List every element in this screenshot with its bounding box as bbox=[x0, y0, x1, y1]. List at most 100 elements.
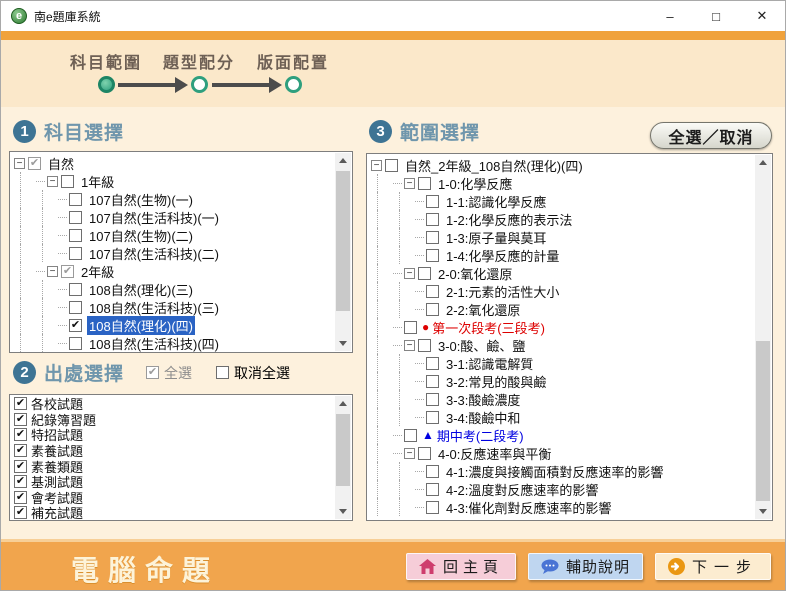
checkbox[interactable] bbox=[426, 357, 439, 370]
tree-label[interactable]: 2-0:氧化還原 bbox=[436, 264, 514, 283]
checkbox[interactable] bbox=[69, 193, 82, 206]
tree-node[interactable]: 3-1:認識電解質 bbox=[368, 354, 772, 372]
tree-node[interactable]: 3-2:常見的酸與鹼 bbox=[368, 372, 772, 390]
tree-node[interactable]: 3-4:酸鹼中和 bbox=[368, 408, 772, 426]
tree-node[interactable]: 107自然(生活科技)(二) bbox=[11, 244, 352, 262]
collapse-icon[interactable]: − bbox=[371, 160, 382, 171]
minimize-button[interactable]: – bbox=[647, 1, 693, 31]
checkbox[interactable] bbox=[69, 337, 82, 350]
tree-label[interactable]: 107自然(生活科技)(一) bbox=[87, 208, 221, 227]
deselect-all-checkbox[interactable]: 取消全選 bbox=[216, 363, 290, 383]
checkbox[interactable] bbox=[418, 447, 431, 460]
tree-label[interactable]: 108自然(理化)(三) bbox=[87, 280, 195, 299]
tree-node[interactable]: ●第一次段考(三段考) bbox=[368, 318, 772, 336]
source-list-scrollbar[interactable] bbox=[335, 396, 351, 519]
tree-label[interactable]: 3-0:酸、鹼、鹽 bbox=[436, 336, 527, 355]
collapse-icon[interactable]: − bbox=[404, 448, 415, 459]
checkbox[interactable] bbox=[418, 339, 431, 352]
tree-node[interactable]: −1-0:化學反應 bbox=[368, 174, 772, 192]
tree-node[interactable]: 4-1:濃度與接觸面積對反應速率的影響 bbox=[368, 462, 772, 480]
scroll-down-button[interactable] bbox=[335, 504, 351, 519]
checkbox[interactable] bbox=[426, 465, 439, 478]
tree-node[interactable]: 3-3:酸鹼濃度 bbox=[368, 390, 772, 408]
checkbox[interactable] bbox=[69, 211, 82, 224]
tree-label[interactable]: 4-2:溫度對反應速率的影響 bbox=[444, 480, 600, 499]
collapse-icon[interactable]: − bbox=[404, 178, 415, 189]
tree-label[interactable]: 4-0:反應速率與平衡 bbox=[436, 444, 553, 463]
scroll-up-button[interactable] bbox=[335, 396, 351, 411]
tree-node[interactable]: 1-4:化學反應的計量 bbox=[368, 246, 772, 264]
checkbox[interactable] bbox=[426, 483, 439, 496]
close-button[interactable]: ✕ bbox=[739, 1, 785, 31]
tree-node[interactable]: 1-2:化學反應的表示法 bbox=[368, 210, 772, 228]
checkbox[interactable]: ✔ bbox=[14, 444, 27, 457]
checkbox[interactable] bbox=[426, 375, 439, 388]
tree-label[interactable]: 3-3:酸鹼濃度 bbox=[444, 390, 522, 409]
scroll-up-button[interactable] bbox=[335, 153, 351, 168]
tree-node[interactable]: 2-2:氧化還原 bbox=[368, 300, 772, 318]
tree-node[interactable]: ✔ 108自然(理化)(四) bbox=[11, 316, 352, 334]
checkbox[interactable]: ✔ bbox=[14, 491, 27, 504]
tree-label[interactable]: 108自然(生活科技)(三) bbox=[87, 298, 221, 317]
checkbox[interactable]: ✔ bbox=[14, 413, 27, 426]
collapse-icon[interactable]: − bbox=[47, 176, 58, 187]
tree-label[interactable]: 108自然(理化)(四) bbox=[87, 316, 195, 335]
checkbox[interactable] bbox=[385, 159, 398, 172]
checkbox[interactable] bbox=[69, 229, 82, 242]
tree-label[interactable]: 1-3:原子量與莫耳 bbox=[444, 228, 548, 247]
collapse-icon[interactable]: − bbox=[14, 158, 25, 169]
select-all-checkbox[interactable]: ✔ 全選 bbox=[146, 363, 192, 383]
checkbox[interactable] bbox=[426, 303, 439, 316]
checkbox[interactable]: ✔ bbox=[61, 265, 74, 278]
tree-node[interactable]: 108自然(生活科技)(四) bbox=[11, 334, 352, 352]
tree-label[interactable]: 2-2:氧化還原 bbox=[444, 300, 522, 319]
collapse-icon[interactable]: − bbox=[404, 340, 415, 351]
tree-label[interactable]: 107自然(生物)(二) bbox=[87, 226, 195, 245]
tree-label[interactable]: 4-1:濃度與接觸面積對反應速率的影響 bbox=[444, 462, 665, 481]
checkbox[interactable] bbox=[426, 195, 439, 208]
home-button[interactable]: 回主頁 bbox=[406, 553, 516, 580]
tree-node[interactable]: 1-3:原子量與莫耳 bbox=[368, 228, 772, 246]
collapse-icon[interactable]: − bbox=[47, 266, 58, 277]
tree-node[interactable]: − 4-0:反應速率與平衡 bbox=[368, 444, 772, 462]
checkbox[interactable] bbox=[61, 175, 74, 188]
help-button[interactable]: 輔助說明 bbox=[528, 553, 643, 580]
select-all-checkbox-box[interactable]: ✔ bbox=[146, 366, 159, 379]
tree-node[interactable]: −自然_2年級_108自然(理化)(四) bbox=[368, 156, 772, 174]
scroll-down-button[interactable] bbox=[335, 336, 351, 351]
checkbox[interactable] bbox=[426, 249, 439, 262]
tree-label[interactable]: 108自然(生活科技)(四) bbox=[87, 334, 221, 353]
checkbox[interactable]: ✔ bbox=[28, 157, 41, 170]
tree-node[interactable]: 107自然(生物)(一) bbox=[11, 190, 352, 208]
scroll-thumb[interactable] bbox=[336, 414, 350, 486]
checkbox[interactable] bbox=[404, 321, 417, 334]
checkbox[interactable]: ✔ bbox=[14, 475, 27, 488]
tree-node[interactable]: 2-1:元素的活性大小 bbox=[368, 282, 772, 300]
tree-label[interactable]: 期中考(二段考) bbox=[435, 426, 526, 445]
scroll-thumb[interactable] bbox=[756, 341, 770, 501]
tree-label[interactable]: 1-1:認識化學反應 bbox=[444, 192, 548, 211]
tree-node[interactable]: 4-2:溫度對反應速率的影響 bbox=[368, 480, 772, 498]
tree-label[interactable]: 2-1:元素的活性大小 bbox=[444, 282, 561, 301]
subject-tree-scrollbar[interactable] bbox=[335, 153, 351, 351]
select-toggle-button[interactable]: 全選／取消 bbox=[650, 122, 772, 149]
next-button[interactable]: 下一步 bbox=[655, 553, 771, 580]
tree-node[interactable]: 108自然(理化)(三) bbox=[11, 280, 352, 298]
tree-label[interactable]: 107自然(生活科技)(二) bbox=[87, 244, 221, 263]
tree-label[interactable]: 2年級 bbox=[79, 262, 116, 281]
tree-node[interactable]: −1年級 bbox=[11, 172, 352, 190]
list-item[interactable]: ✔補充試題 bbox=[11, 505, 352, 521]
checkbox[interactable]: ✔ bbox=[69, 319, 82, 332]
tree-node[interactable]: 107自然(生活科技)(一) bbox=[11, 208, 352, 226]
maximize-button[interactable]: □ bbox=[693, 1, 739, 31]
tree-label[interactable]: 107自然(生物)(一) bbox=[87, 190, 195, 209]
tree-label[interactable]: 自然 bbox=[46, 154, 76, 173]
tree-label[interactable]: 3-1:認識電解質 bbox=[444, 354, 535, 373]
tree-label[interactable]: 3-4:酸鹼中和 bbox=[444, 408, 522, 427]
checkbox[interactable] bbox=[418, 177, 431, 190]
checkbox[interactable] bbox=[426, 213, 439, 226]
checkbox[interactable]: ✔ bbox=[14, 506, 27, 519]
scroll-down-button[interactable] bbox=[755, 504, 771, 519]
checkbox[interactable] bbox=[404, 429, 417, 442]
checkbox[interactable] bbox=[69, 247, 82, 260]
